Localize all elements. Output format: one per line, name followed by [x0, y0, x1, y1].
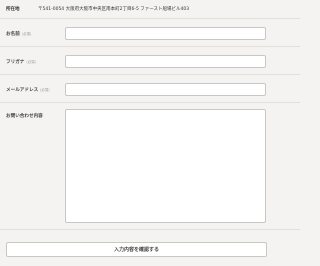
email-required-tag: (必須) [40, 88, 50, 92]
form-row-inquiry: お問い合わせ内容 [0, 102, 300, 230]
form-row-name: お名前 (必須) [0, 18, 300, 47]
furigana-label: フリガナ (必須) [6, 59, 54, 65]
form-row-furigana: フリガナ (必須) [0, 46, 300, 75]
address-label: 所在地 [6, 7, 20, 12]
inquiry-textarea[interactable] [65, 109, 266, 223]
furigana-label-text: フリガナ [6, 60, 25, 65]
furigana-input[interactable] [65, 55, 266, 68]
inquiry-label: お問い合わせ内容 [6, 113, 54, 119]
name-required-tag: (必須) [21, 32, 32, 36]
address-text: 〒541-0054 大阪府大阪市中央区南本町2丁目6-5 ファースト船場ビル40… [38, 7, 190, 12]
email-label-text: メールアドレス [6, 88, 39, 93]
inquiry-label-text: お問い合わせ内容 [6, 114, 43, 119]
form-row-email: メールアドレス (必須) [0, 74, 300, 103]
email-label: メールアドレス (必須) [6, 87, 54, 93]
email-input[interactable] [65, 83, 266, 96]
name-label-text: お名前 [6, 32, 20, 37]
name-label: お名前 (必須) [6, 31, 54, 37]
address-row: 所在地 〒541-0054 大阪府大阪市中央区南本町2丁目6-5 ファースト船場… [6, 3, 296, 15]
furigana-required-tag: (必須) [26, 60, 36, 64]
confirm-button[interactable]: 入力内容を確認する [6, 242, 267, 257]
name-input[interactable] [65, 27, 266, 40]
